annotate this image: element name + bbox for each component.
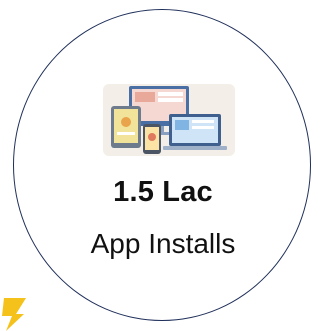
lightning-bolt-icon	[2, 298, 26, 331]
install-count: 1.5 Lac	[113, 176, 213, 208]
app-installs-card: 1.5 Lac App Installs	[0, 0, 326, 331]
install-label: App Installs	[90, 228, 236, 259]
stat-circle	[13, 9, 311, 321]
devices-icon	[103, 84, 235, 156]
